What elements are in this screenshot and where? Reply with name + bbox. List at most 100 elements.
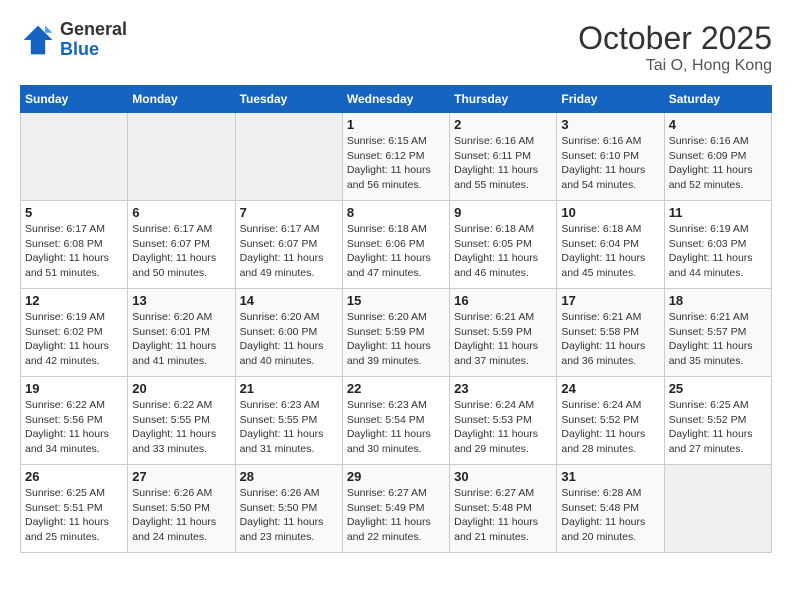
day-number: 8	[347, 205, 445, 220]
calendar-cell: 31 Sunrise: 6:28 AM Sunset: 5:48 PM Dayli…	[557, 465, 664, 553]
day-detail: Sunrise: 6:24 AM Sunset: 5:52 PM Dayligh…	[561, 398, 659, 457]
calendar-cell: 3 Sunrise: 6:16 AM Sunset: 6:10 PM Daylig…	[557, 113, 664, 201]
day-detail: Sunrise: 6:18 AM Sunset: 6:04 PM Dayligh…	[561, 222, 659, 281]
day-number: 20	[132, 381, 230, 396]
day-detail: Sunrise: 6:25 AM Sunset: 5:52 PM Dayligh…	[669, 398, 767, 457]
day-detail: Sunrise: 6:23 AM Sunset: 5:55 PM Dayligh…	[240, 398, 338, 457]
day-number: 29	[347, 469, 445, 484]
day-detail: Sunrise: 6:17 AM Sunset: 6:07 PM Dayligh…	[240, 222, 338, 281]
week-row-3: 12 Sunrise: 6:19 AM Sunset: 6:02 PM Dayli…	[21, 289, 772, 377]
day-number: 26	[25, 469, 123, 484]
day-number: 23	[454, 381, 552, 396]
calendar-cell: 5 Sunrise: 6:17 AM Sunset: 6:08 PM Daylig…	[21, 201, 128, 289]
header-day-monday: Monday	[128, 86, 235, 113]
day-number: 25	[669, 381, 767, 396]
day-number: 31	[561, 469, 659, 484]
day-detail: Sunrise: 6:19 AM Sunset: 6:02 PM Dayligh…	[25, 310, 123, 369]
calendar-cell: 19 Sunrise: 6:22 AM Sunset: 5:56 PM Dayli…	[21, 377, 128, 465]
day-number: 27	[132, 469, 230, 484]
logo-text: General Blue	[60, 20, 127, 60]
calendar-cell	[235, 113, 342, 201]
day-number: 30	[454, 469, 552, 484]
day-number: 5	[25, 205, 123, 220]
calendar-cell: 9Sunrise: 6:18 AM Sunset: 6:05 PM Daylig…	[450, 201, 557, 289]
day-detail: Sunrise: 6:19 AM Sunset: 6:03 PM Dayligh…	[669, 222, 767, 281]
calendar-table: SundayMondayTuesdayWednesdayThursdayFrid…	[20, 85, 772, 553]
calendar-cell: 16Sunrise: 6:21 AM Sunset: 5:59 PM Dayli…	[450, 289, 557, 377]
calendar-cell: 12 Sunrise: 6:19 AM Sunset: 6:02 PM Dayli…	[21, 289, 128, 377]
day-number: 17	[561, 293, 659, 308]
calendar-cell: 11 Sunrise: 6:19 AM Sunset: 6:03 PM Dayli…	[664, 201, 771, 289]
calendar-cell: 21Sunrise: 6:23 AM Sunset: 5:55 PM Dayli…	[235, 377, 342, 465]
day-detail: Sunrise: 6:20 AM Sunset: 6:01 PM Dayligh…	[132, 310, 230, 369]
calendar-cell: 10 Sunrise: 6:18 AM Sunset: 6:04 PM Dayli…	[557, 201, 664, 289]
calendar-cell: 27 Sunrise: 6:26 AM Sunset: 5:50 PM Dayli…	[128, 465, 235, 553]
day-detail: Sunrise: 6:20 AM Sunset: 6:00 PM Dayligh…	[240, 310, 338, 369]
day-number: 22	[347, 381, 445, 396]
header-day-wednesday: Wednesday	[342, 86, 449, 113]
header-day-thursday: Thursday	[450, 86, 557, 113]
calendar-cell: 25 Sunrise: 6:25 AM Sunset: 5:52 PM Dayli…	[664, 377, 771, 465]
day-number: 4	[669, 117, 767, 132]
calendar-cell: 13 Sunrise: 6:20 AM Sunset: 6:01 PM Dayli…	[128, 289, 235, 377]
day-detail: Sunrise: 6:25 AM Sunset: 5:51 PM Dayligh…	[25, 486, 123, 545]
calendar-cell: 26 Sunrise: 6:25 AM Sunset: 5:51 PM Dayli…	[21, 465, 128, 553]
day-number: 3	[561, 117, 659, 132]
day-number: 2	[454, 117, 552, 132]
week-row-4: 19 Sunrise: 6:22 AM Sunset: 5:56 PM Dayli…	[21, 377, 772, 465]
day-detail: Sunrise: 6:26 AM Sunset: 5:50 PM Dayligh…	[132, 486, 230, 545]
calendar-cell: 14Sunrise: 6:20 AM Sunset: 6:00 PM Dayli…	[235, 289, 342, 377]
month-year-title: October 2025	[578, 20, 772, 57]
calendar-cell	[21, 113, 128, 201]
day-detail: Sunrise: 6:22 AM Sunset: 5:55 PM Dayligh…	[132, 398, 230, 457]
day-number: 13	[132, 293, 230, 308]
week-row-5: 26 Sunrise: 6:25 AM Sunset: 5:51 PM Dayli…	[21, 465, 772, 553]
calendar-cell: 20 Sunrise: 6:22 AM Sunset: 5:55 PM Dayli…	[128, 377, 235, 465]
day-number: 1	[347, 117, 445, 132]
calendar-cell: 7 Sunrise: 6:17 AM Sunset: 6:07 PM Daylig…	[235, 201, 342, 289]
day-detail: Sunrise: 6:16 AM Sunset: 6:09 PM Dayligh…	[669, 134, 767, 193]
day-detail: Sunrise: 6:21 AM Sunset: 5:59 PM Dayligh…	[454, 310, 552, 369]
calendar-cell	[128, 113, 235, 201]
calendar-cell	[664, 465, 771, 553]
day-number: 24	[561, 381, 659, 396]
calendar-cell: 28Sunrise: 6:26 AM Sunset: 5:50 PM Dayli…	[235, 465, 342, 553]
calendar-cell: 30Sunrise: 6:27 AM Sunset: 5:48 PM Dayli…	[450, 465, 557, 553]
day-detail: Sunrise: 6:28 AM Sunset: 5:48 PM Dayligh…	[561, 486, 659, 545]
week-row-1: 1 Sunrise: 6:15 AM Sunset: 6:12 PM Daylig…	[21, 113, 772, 201]
day-detail: Sunrise: 6:23 AM Sunset: 5:54 PM Dayligh…	[347, 398, 445, 457]
day-detail: Sunrise: 6:18 AM Sunset: 6:05 PM Dayligh…	[454, 222, 552, 281]
header-day-friday: Friday	[557, 86, 664, 113]
title-block: October 2025 Tai O, Hong Kong	[578, 20, 772, 75]
day-detail: Sunrise: 6:27 AM Sunset: 5:49 PM Dayligh…	[347, 486, 445, 545]
calendar-cell: 22 Sunrise: 6:23 AM Sunset: 5:54 PM Dayli…	[342, 377, 449, 465]
calendar-cell: 8 Sunrise: 6:18 AM Sunset: 6:06 PM Daylig…	[342, 201, 449, 289]
day-number: 7	[240, 205, 338, 220]
day-number: 11	[669, 205, 767, 220]
day-detail: Sunrise: 6:22 AM Sunset: 5:56 PM Dayligh…	[25, 398, 123, 457]
day-detail: Sunrise: 6:26 AM Sunset: 5:50 PM Dayligh…	[240, 486, 338, 545]
calendar-cell: 24 Sunrise: 6:24 AM Sunset: 5:52 PM Dayli…	[557, 377, 664, 465]
calendar-cell: 4 Sunrise: 6:16 AM Sunset: 6:09 PM Daylig…	[664, 113, 771, 201]
day-detail: Sunrise: 6:24 AM Sunset: 5:53 PM Dayligh…	[454, 398, 552, 457]
calendar-cell: 29 Sunrise: 6:27 AM Sunset: 5:49 PM Dayli…	[342, 465, 449, 553]
header-day-sunday: Sunday	[21, 86, 128, 113]
day-detail: Sunrise: 6:18 AM Sunset: 6:06 PM Dayligh…	[347, 222, 445, 281]
day-number: 18	[669, 293, 767, 308]
day-detail: Sunrise: 6:15 AM Sunset: 6:12 PM Dayligh…	[347, 134, 445, 193]
location-title: Tai O, Hong Kong	[578, 57, 772, 75]
day-number: 19	[25, 381, 123, 396]
page-header: General Blue October 2025 Tai O, Hong Ko…	[20, 20, 772, 75]
day-detail: Sunrise: 6:16 AM Sunset: 6:10 PM Dayligh…	[561, 134, 659, 193]
day-number: 10	[561, 205, 659, 220]
calendar-cell: 23 Sunrise: 6:24 AM Sunset: 5:53 PM Dayli…	[450, 377, 557, 465]
calendar-cell: 15Sunrise: 6:20 AM Sunset: 5:59 PM Dayli…	[342, 289, 449, 377]
day-detail: Sunrise: 6:20 AM Sunset: 5:59 PM Dayligh…	[347, 310, 445, 369]
header-day-saturday: Saturday	[664, 86, 771, 113]
day-detail: Sunrise: 6:21 AM Sunset: 5:58 PM Dayligh…	[561, 310, 659, 369]
day-detail: Sunrise: 6:16 AM Sunset: 6:11 PM Dayligh…	[454, 134, 552, 193]
day-detail: Sunrise: 6:17 AM Sunset: 6:08 PM Dayligh…	[25, 222, 123, 281]
calendar-cell: 18Sunrise: 6:21 AM Sunset: 5:57 PM Dayli…	[664, 289, 771, 377]
calendar-cell: 2 Sunrise: 6:16 AM Sunset: 6:11 PM Daylig…	[450, 113, 557, 201]
day-number: 12	[25, 293, 123, 308]
